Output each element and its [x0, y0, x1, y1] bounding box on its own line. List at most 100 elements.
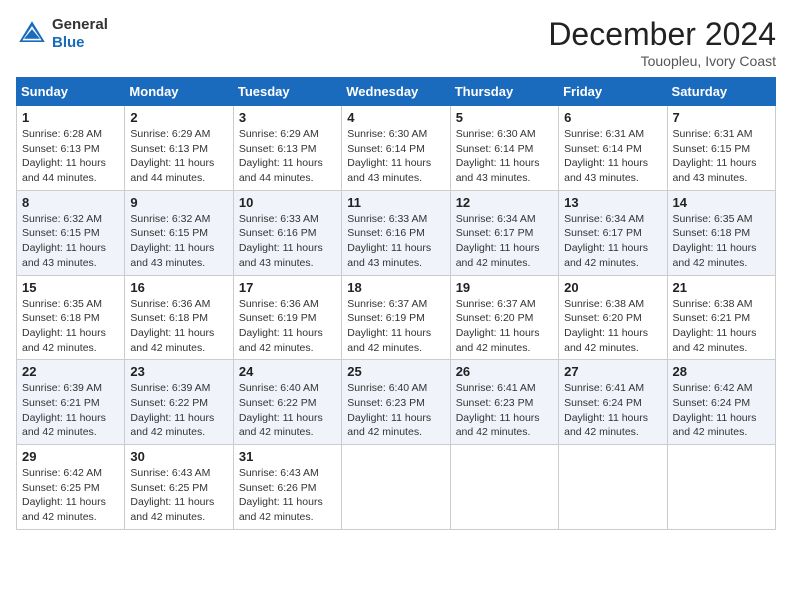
logo: General Blue [16, 16, 108, 52]
day-number: 24 [239, 364, 336, 379]
day-number: 16 [130, 280, 227, 295]
day-info: Sunrise: 6:30 AM Sunset: 6:14 PM Dayligh… [347, 127, 444, 186]
calendar-cell: 9 Sunrise: 6:32 AM Sunset: 6:15 PM Dayli… [125, 190, 233, 275]
day-number: 27 [564, 364, 661, 379]
calendar-cell: 14 Sunrise: 6:35 AM Sunset: 6:18 PM Dayl… [667, 190, 775, 275]
calendar-cell [667, 445, 775, 530]
logo-general: General [52, 16, 108, 33]
day-header-monday: Monday [125, 78, 233, 106]
calendar-cell: 23 Sunrise: 6:39 AM Sunset: 6:22 PM Dayl… [125, 360, 233, 445]
day-info: Sunrise: 6:33 AM Sunset: 6:16 PM Dayligh… [239, 212, 336, 271]
day-number: 14 [673, 195, 770, 210]
day-number: 1 [22, 110, 119, 125]
day-info: Sunrise: 6:41 AM Sunset: 6:24 PM Dayligh… [564, 381, 661, 440]
calendar-cell: 20 Sunrise: 6:38 AM Sunset: 6:20 PM Dayl… [559, 275, 667, 360]
day-info: Sunrise: 6:31 AM Sunset: 6:15 PM Dayligh… [673, 127, 770, 186]
calendar-cell: 16 Sunrise: 6:36 AM Sunset: 6:18 PM Dayl… [125, 275, 233, 360]
day-number: 13 [564, 195, 661, 210]
day-info: Sunrise: 6:41 AM Sunset: 6:23 PM Dayligh… [456, 381, 553, 440]
day-number: 31 [239, 449, 336, 464]
day-number: 5 [456, 110, 553, 125]
calendar-cell: 31 Sunrise: 6:43 AM Sunset: 6:26 PM Dayl… [233, 445, 341, 530]
day-info: Sunrise: 6:29 AM Sunset: 6:13 PM Dayligh… [239, 127, 336, 186]
day-info: Sunrise: 6:43 AM Sunset: 6:25 PM Dayligh… [130, 466, 227, 525]
day-number: 11 [347, 195, 444, 210]
calendar-cell [450, 445, 558, 530]
calendar-cell: 7 Sunrise: 6:31 AM Sunset: 6:15 PM Dayli… [667, 106, 775, 191]
calendar-cell: 11 Sunrise: 6:33 AM Sunset: 6:16 PM Dayl… [342, 190, 450, 275]
day-number: 12 [456, 195, 553, 210]
calendar-cell: 2 Sunrise: 6:29 AM Sunset: 6:13 PM Dayli… [125, 106, 233, 191]
calendar-cell: 3 Sunrise: 6:29 AM Sunset: 6:13 PM Dayli… [233, 106, 341, 191]
calendar-cell [559, 445, 667, 530]
calendar-cell: 5 Sunrise: 6:30 AM Sunset: 6:14 PM Dayli… [450, 106, 558, 191]
day-info: Sunrise: 6:39 AM Sunset: 6:22 PM Dayligh… [130, 381, 227, 440]
day-header-friday: Friday [559, 78, 667, 106]
day-info: Sunrise: 6:43 AM Sunset: 6:26 PM Dayligh… [239, 466, 336, 525]
logo-text-block: General Blue [52, 16, 108, 52]
day-number: 29 [22, 449, 119, 464]
day-number: 18 [347, 280, 444, 295]
calendar-cell: 15 Sunrise: 6:35 AM Sunset: 6:18 PM Dayl… [17, 275, 125, 360]
calendar-table: SundayMondayTuesdayWednesdayThursdayFrid… [16, 77, 776, 530]
day-info: Sunrise: 6:32 AM Sunset: 6:15 PM Dayligh… [22, 212, 119, 271]
day-info: Sunrise: 6:40 AM Sunset: 6:22 PM Dayligh… [239, 381, 336, 440]
day-number: 28 [673, 364, 770, 379]
day-info: Sunrise: 6:32 AM Sunset: 6:15 PM Dayligh… [130, 212, 227, 271]
calendar-cell: 19 Sunrise: 6:37 AM Sunset: 6:20 PM Dayl… [450, 275, 558, 360]
calendar-cell: 1 Sunrise: 6:28 AM Sunset: 6:13 PM Dayli… [17, 106, 125, 191]
day-number: 26 [456, 364, 553, 379]
day-info: Sunrise: 6:37 AM Sunset: 6:19 PM Dayligh… [347, 297, 444, 356]
calendar-header-row: SundayMondayTuesdayWednesdayThursdayFrid… [17, 78, 776, 106]
day-info: Sunrise: 6:35 AM Sunset: 6:18 PM Dayligh… [673, 212, 770, 271]
day-info: Sunrise: 6:39 AM Sunset: 6:21 PM Dayligh… [22, 381, 119, 440]
calendar-week-5: 29 Sunrise: 6:42 AM Sunset: 6:25 PM Dayl… [17, 445, 776, 530]
day-number: 17 [239, 280, 336, 295]
day-info: Sunrise: 6:42 AM Sunset: 6:24 PM Dayligh… [673, 381, 770, 440]
day-number: 4 [347, 110, 444, 125]
calendar-cell: 8 Sunrise: 6:32 AM Sunset: 6:15 PM Dayli… [17, 190, 125, 275]
day-info: Sunrise: 6:36 AM Sunset: 6:19 PM Dayligh… [239, 297, 336, 356]
calendar-week-4: 22 Sunrise: 6:39 AM Sunset: 6:21 PM Dayl… [17, 360, 776, 445]
day-header-sunday: Sunday [17, 78, 125, 106]
day-header-wednesday: Wednesday [342, 78, 450, 106]
day-number: 7 [673, 110, 770, 125]
calendar-cell: 25 Sunrise: 6:40 AM Sunset: 6:23 PM Dayl… [342, 360, 450, 445]
day-info: Sunrise: 6:34 AM Sunset: 6:17 PM Dayligh… [564, 212, 661, 271]
page-header: General Blue December 2024 Touopleu, Ivo… [16, 16, 776, 69]
day-info: Sunrise: 6:29 AM Sunset: 6:13 PM Dayligh… [130, 127, 227, 186]
logo-icon [16, 18, 48, 50]
day-info: Sunrise: 6:28 AM Sunset: 6:13 PM Dayligh… [22, 127, 119, 186]
calendar-cell: 17 Sunrise: 6:36 AM Sunset: 6:19 PM Dayl… [233, 275, 341, 360]
day-number: 30 [130, 449, 227, 464]
day-info: Sunrise: 6:30 AM Sunset: 6:14 PM Dayligh… [456, 127, 553, 186]
calendar-cell: 13 Sunrise: 6:34 AM Sunset: 6:17 PM Dayl… [559, 190, 667, 275]
calendar-cell: 27 Sunrise: 6:41 AM Sunset: 6:24 PM Dayl… [559, 360, 667, 445]
calendar-cell: 29 Sunrise: 6:42 AM Sunset: 6:25 PM Dayl… [17, 445, 125, 530]
day-number: 10 [239, 195, 336, 210]
day-info: Sunrise: 6:42 AM Sunset: 6:25 PM Dayligh… [22, 466, 119, 525]
day-number: 6 [564, 110, 661, 125]
calendar-cell: 28 Sunrise: 6:42 AM Sunset: 6:24 PM Dayl… [667, 360, 775, 445]
logo-blue: Blue [52, 34, 85, 51]
day-header-thursday: Thursday [450, 78, 558, 106]
calendar-week-3: 15 Sunrise: 6:35 AM Sunset: 6:18 PM Dayl… [17, 275, 776, 360]
day-number: 2 [130, 110, 227, 125]
day-info: Sunrise: 6:38 AM Sunset: 6:21 PM Dayligh… [673, 297, 770, 356]
calendar-cell: 6 Sunrise: 6:31 AM Sunset: 6:14 PM Dayli… [559, 106, 667, 191]
day-info: Sunrise: 6:37 AM Sunset: 6:20 PM Dayligh… [456, 297, 553, 356]
location-subtitle: Touopleu, Ivory Coast [548, 53, 776, 69]
calendar-week-1: 1 Sunrise: 6:28 AM Sunset: 6:13 PM Dayli… [17, 106, 776, 191]
day-number: 22 [22, 364, 119, 379]
day-number: 8 [22, 195, 119, 210]
calendar-cell: 4 Sunrise: 6:30 AM Sunset: 6:14 PM Dayli… [342, 106, 450, 191]
day-number: 15 [22, 280, 119, 295]
calendar-cell: 26 Sunrise: 6:41 AM Sunset: 6:23 PM Dayl… [450, 360, 558, 445]
calendar-week-2: 8 Sunrise: 6:32 AM Sunset: 6:15 PM Dayli… [17, 190, 776, 275]
calendar-cell: 21 Sunrise: 6:38 AM Sunset: 6:21 PM Dayl… [667, 275, 775, 360]
day-number: 19 [456, 280, 553, 295]
day-info: Sunrise: 6:31 AM Sunset: 6:14 PM Dayligh… [564, 127, 661, 186]
day-number: 9 [130, 195, 227, 210]
day-info: Sunrise: 6:40 AM Sunset: 6:23 PM Dayligh… [347, 381, 444, 440]
calendar-cell: 10 Sunrise: 6:33 AM Sunset: 6:16 PM Dayl… [233, 190, 341, 275]
